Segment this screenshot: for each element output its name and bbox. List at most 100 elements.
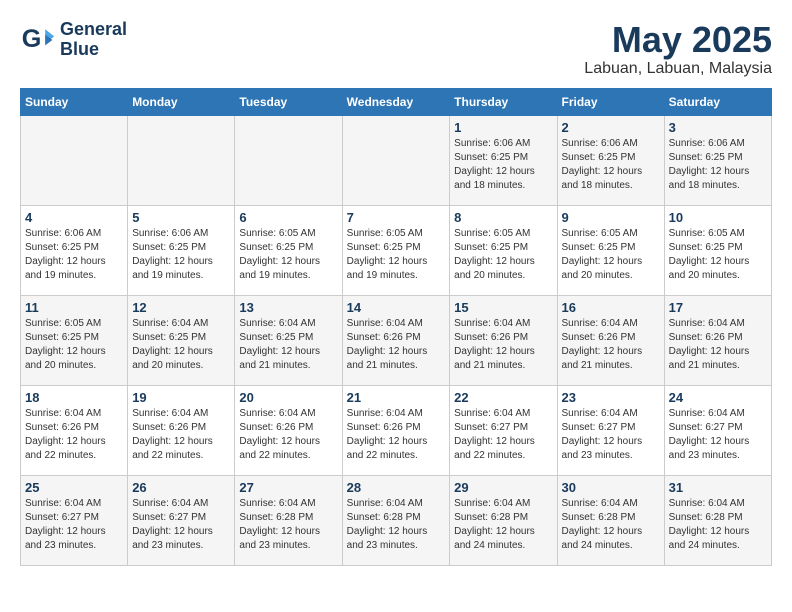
calendar-cell: 28Sunrise: 6:04 AM Sunset: 6:28 PM Dayli…	[342, 475, 450, 565]
calendar-weekday: Friday	[557, 88, 664, 115]
day-number: 3	[669, 120, 767, 135]
day-info: Sunrise: 6:04 AM Sunset: 6:26 PM Dayligh…	[239, 407, 337, 463]
calendar-cell: 19 Sunrise: 6:04 AM Sunset: 6:26 PM Dayli…	[128, 385, 235, 475]
calendar-cell: 6Sunrise: 6:05 AM Sunset: 6:25 PM Daylig…	[235, 205, 342, 295]
svg-text:G: G	[22, 25, 42, 53]
calendar-cell: 22 Sunrise: 6:04 AM Sunset: 6:27 PM Dayli…	[450, 385, 557, 475]
calendar-weekday: Monday	[128, 88, 235, 115]
calendar-cell: 7 Sunrise: 6:05 AM Sunset: 6:25 PM Daylig…	[342, 205, 450, 295]
calendar-cell	[235, 115, 342, 205]
calendar-cell: 18Sunrise: 6:04 AM Sunset: 6:26 PM Dayli…	[21, 385, 128, 475]
calendar-cell: 14Sunrise: 6:04 AM Sunset: 6:26 PM Dayli…	[342, 295, 450, 385]
day-number: 1	[454, 120, 552, 135]
day-number: 13	[239, 300, 337, 315]
calendar-week-row: 18Sunrise: 6:04 AM Sunset: 6:26 PM Dayli…	[21, 385, 772, 475]
day-info: Sunrise: 6:04 AM Sunset: 6:26 PM Dayligh…	[562, 317, 660, 373]
day-number: 26	[132, 480, 230, 495]
calendar-week-row: 11 Sunrise: 6:05 AM Sunset: 6:25 PM Dayli…	[21, 295, 772, 385]
day-info: Sunrise: 6:06 AM Sunset: 6:25 PM Dayligh…	[454, 137, 552, 193]
day-number: 21	[347, 390, 446, 405]
calendar-weekday: Thursday	[450, 88, 557, 115]
calendar-header: SundayMondayTuesdayWednesdayThursdayFrid…	[21, 88, 772, 115]
day-info: Sunrise: 6:04 AM Sunset: 6:28 PM Dayligh…	[454, 497, 552, 553]
day-number: 22	[454, 390, 552, 405]
logo: G General Blue	[20, 20, 127, 60]
day-info: Sunrise: 6:04 AM Sunset: 6:26 PM Dayligh…	[25, 407, 123, 463]
day-number: 12	[132, 300, 230, 315]
calendar-cell: 15 Sunrise: 6:04 AM Sunset: 6:26 PM Dayli…	[450, 295, 557, 385]
calendar-cell: 2Sunrise: 6:06 AM Sunset: 6:25 PM Daylig…	[557, 115, 664, 205]
calendar-cell: 29 Sunrise: 6:04 AM Sunset: 6:28 PM Dayli…	[450, 475, 557, 565]
calendar-cell: 4Sunrise: 6:06 AM Sunset: 6:25 PM Daylig…	[21, 205, 128, 295]
logo-text: General Blue	[60, 20, 127, 60]
location: Labuan, Labuan, Malaysia	[584, 60, 772, 78]
calendar-cell: 17Sunrise: 6:04 AM Sunset: 6:26 PM Dayli…	[664, 295, 771, 385]
calendar-cell	[342, 115, 450, 205]
calendar-cell	[128, 115, 235, 205]
day-number: 5	[132, 210, 230, 225]
day-number: 20	[239, 390, 337, 405]
calendar-cell: 12 Sunrise: 6:04 AM Sunset: 6:25 PM Dayli…	[128, 295, 235, 385]
calendar-weekday: Wednesday	[342, 88, 450, 115]
day-info: Sunrise: 6:05 AM Sunset: 6:25 PM Dayligh…	[562, 227, 660, 283]
day-info: Sunrise: 6:05 AM Sunset: 6:25 PM Dayligh…	[669, 227, 767, 283]
calendar-cell: 3 Sunrise: 6:06 AM Sunset: 6:25 PM Daylig…	[664, 115, 771, 205]
day-number: 2	[562, 120, 660, 135]
day-info: Sunrise: 6:04 AM Sunset: 6:28 PM Dayligh…	[347, 497, 446, 553]
day-number: 11	[25, 300, 123, 315]
logo-icon: G	[20, 22, 56, 58]
day-number: 6	[239, 210, 337, 225]
title-block: May 2025 Labuan, Labuan, Malaysia	[584, 20, 772, 78]
day-number: 30	[562, 480, 660, 495]
calendar-week-row: 1 Sunrise: 6:06 AM Sunset: 6:25 PM Daylig…	[21, 115, 772, 205]
calendar-cell: 20 Sunrise: 6:04 AM Sunset: 6:26 PM Dayli…	[235, 385, 342, 475]
day-number: 7	[347, 210, 446, 225]
day-number: 8	[454, 210, 552, 225]
day-info: Sunrise: 6:04 AM Sunset: 6:26 PM Dayligh…	[454, 317, 552, 373]
calendar-cell: 31 Sunrise: 6:04 AM Sunset: 6:28 PM Dayli…	[664, 475, 771, 565]
calendar-cell: 16Sunrise: 6:04 AM Sunset: 6:26 PM Dayli…	[557, 295, 664, 385]
day-info: Sunrise: 6:04 AM Sunset: 6:25 PM Dayligh…	[132, 317, 230, 373]
day-info: Sunrise: 6:05 AM Sunset: 6:25 PM Dayligh…	[25, 317, 123, 373]
day-info: Sunrise: 6:04 AM Sunset: 6:28 PM Dayligh…	[669, 497, 767, 553]
calendar-cell: 26 Sunrise: 6:04 AM Sunset: 6:27 PM Dayli…	[128, 475, 235, 565]
calendar-cell: 11 Sunrise: 6:05 AM Sunset: 6:25 PM Dayli…	[21, 295, 128, 385]
month-title: May 2025	[584, 20, 772, 60]
calendar-cell: 13 Sunrise: 6:04 AM Sunset: 6:25 PM Dayli…	[235, 295, 342, 385]
day-number: 27	[239, 480, 337, 495]
day-info: Sunrise: 6:04 AM Sunset: 6:26 PM Dayligh…	[132, 407, 230, 463]
day-info: Sunrise: 6:06 AM Sunset: 6:25 PM Dayligh…	[25, 227, 123, 283]
day-info: Sunrise: 6:04 AM Sunset: 6:27 PM Dayligh…	[454, 407, 552, 463]
day-number: 24	[669, 390, 767, 405]
day-number: 15	[454, 300, 552, 315]
day-info: Sunrise: 6:05 AM Sunset: 6:25 PM Dayligh…	[454, 227, 552, 283]
calendar-weekday: Tuesday	[235, 88, 342, 115]
day-number: 10	[669, 210, 767, 225]
day-info: Sunrise: 6:04 AM Sunset: 6:27 PM Dayligh…	[669, 407, 767, 463]
day-number: 19	[132, 390, 230, 405]
day-info: Sunrise: 6:06 AM Sunset: 6:25 PM Dayligh…	[669, 137, 767, 193]
day-info: Sunrise: 6:04 AM Sunset: 6:26 PM Dayligh…	[669, 317, 767, 373]
calendar-cell: 30 Sunrise: 6:04 AM Sunset: 6:28 PM Dayli…	[557, 475, 664, 565]
calendar-cell: 27 Sunrise: 6:04 AM Sunset: 6:28 PM Dayli…	[235, 475, 342, 565]
day-info: Sunrise: 6:04 AM Sunset: 6:25 PM Dayligh…	[239, 317, 337, 373]
day-info: Sunrise: 6:04 AM Sunset: 6:28 PM Dayligh…	[562, 497, 660, 553]
day-info: Sunrise: 6:04 AM Sunset: 6:28 PM Dayligh…	[239, 497, 337, 553]
day-info: Sunrise: 6:05 AM Sunset: 6:25 PM Dayligh…	[347, 227, 446, 283]
day-number: 14	[347, 300, 446, 315]
day-info: Sunrise: 6:06 AM Sunset: 6:25 PM Dayligh…	[132, 227, 230, 283]
calendar-cell	[21, 115, 128, 205]
calendar-cell: 1 Sunrise: 6:06 AM Sunset: 6:25 PM Daylig…	[450, 115, 557, 205]
day-number: 29	[454, 480, 552, 495]
calendar-cell: 8 Sunrise: 6:05 AM Sunset: 6:25 PM Daylig…	[450, 205, 557, 295]
calendar-cell: 5 Sunrise: 6:06 AM Sunset: 6:25 PM Daylig…	[128, 205, 235, 295]
calendar-cell: 24 Sunrise: 6:04 AM Sunset: 6:27 PM Dayli…	[664, 385, 771, 475]
calendar-cell: 25Sunrise: 6:04 AM Sunset: 6:27 PM Dayli…	[21, 475, 128, 565]
day-info: Sunrise: 6:04 AM Sunset: 6:26 PM Dayligh…	[347, 407, 446, 463]
day-info: Sunrise: 6:04 AM Sunset: 6:27 PM Dayligh…	[132, 497, 230, 553]
calendar-cell: 23Sunrise: 6:04 AM Sunset: 6:27 PM Dayli…	[557, 385, 664, 475]
day-number: 25	[25, 480, 123, 495]
day-number: 31	[669, 480, 767, 495]
page-header: G General Blue May 2025 Labuan, Labuan, …	[20, 20, 772, 78]
calendar-week-row: 4Sunrise: 6:06 AM Sunset: 6:25 PM Daylig…	[21, 205, 772, 295]
